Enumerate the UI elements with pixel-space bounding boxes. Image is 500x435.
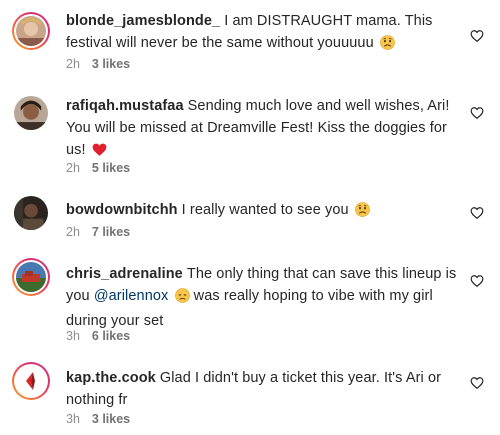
avatar[interactable]	[12, 362, 50, 400]
disappointed-face-icon	[174, 288, 190, 310]
avatar[interactable]	[12, 12, 50, 50]
avatar[interactable]	[12, 194, 50, 232]
heart-outline-icon[interactable]	[470, 206, 484, 220]
comment-likes[interactable]: 3 likes	[92, 412, 130, 426]
heart-outline-icon[interactable]	[470, 376, 484, 390]
comment-time: 2h	[66, 225, 80, 239]
comment-username[interactable]: kap.the.cook	[66, 370, 156, 386]
comment-body: kap.the.cook Glad I didn't buy a ticket t…	[66, 367, 466, 411]
comment-body: chris_adrenaline The only thing that can …	[66, 263, 466, 332]
comment-meta: 2h 3 likes	[66, 57, 130, 71]
worried-face-icon	[380, 35, 395, 57]
comment-time: 3h	[66, 412, 80, 426]
avatar[interactable]	[12, 258, 50, 296]
comment-likes[interactable]: 5 likes	[92, 161, 130, 175]
avatar[interactable]	[12, 94, 50, 132]
heart-outline-icon[interactable]	[470, 274, 484, 288]
comment-time: 2h	[66, 57, 80, 71]
heart-outline-icon[interactable]	[470, 106, 484, 120]
comment-body: rafiqah.mustafaa Sending much love and we…	[66, 95, 466, 164]
comment-body: bowdownbitchh I really wanted to see you	[66, 199, 466, 224]
comment-time: 2h	[66, 161, 80, 175]
comment-meta: 2h 7 likes	[66, 225, 130, 239]
comment-username[interactable]: rafiqah.mustafaa	[66, 98, 184, 114]
comment-username[interactable]: bowdownbitchh	[66, 202, 178, 218]
comment-meta: 3h 3 likes	[66, 412, 130, 426]
comment-username[interactable]: chris_adrenaline	[66, 266, 183, 282]
worried-face-icon	[355, 202, 370, 224]
comment-likes[interactable]: 7 likes	[92, 225, 130, 239]
comment-time: 3h	[66, 329, 80, 343]
comment-body: blonde_jamesblonde_ I am DISTRAUGHT mama.…	[66, 10, 466, 57]
comment-meta: 3h 6 likes	[66, 329, 130, 343]
comment-meta: 2h 5 likes	[66, 161, 130, 175]
comment-text: I really wanted to see you	[181, 202, 349, 218]
mention-link[interactable]: @arilennox	[94, 288, 169, 304]
heart-outline-icon[interactable]	[470, 29, 484, 43]
comment-likes[interactable]: 6 likes	[92, 329, 130, 343]
comment-likes[interactable]: 3 likes	[92, 57, 130, 71]
comment-username[interactable]: blonde_jamesblonde_	[66, 13, 220, 29]
